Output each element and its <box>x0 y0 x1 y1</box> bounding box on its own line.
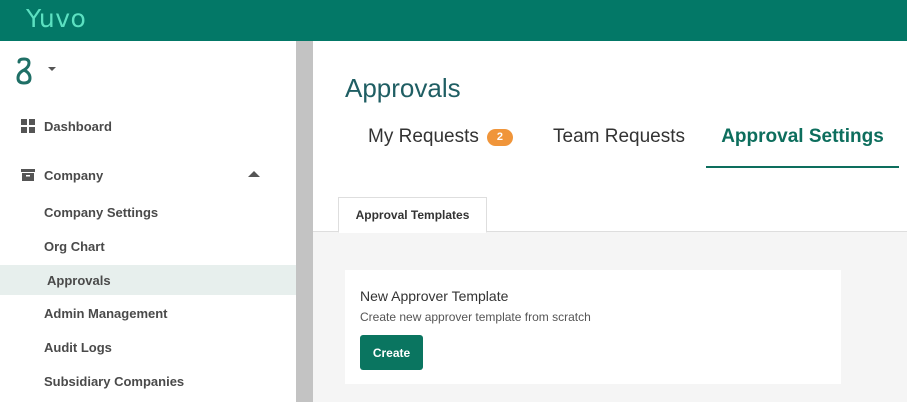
dashboard-grid-icon <box>21 119 35 133</box>
sidebar-item-label: Audit Logs <box>44 339 112 355</box>
subtab-approval-templates[interactable]: Approval Templates <box>338 197 487 233</box>
tab-label: Team Requests <box>553 126 686 147</box>
chevron-up-icon[interactable] <box>248 171 260 177</box>
sidebar-item-label: Org Chart <box>44 238 105 254</box>
sidebar-item-label: Approvals <box>47 272 111 288</box>
tab-label: Approval Settings <box>721 126 884 147</box>
sidebar-divider[interactable] <box>296 41 313 402</box>
sidebar-item-company[interactable]: Company <box>0 161 296 189</box>
sidebar-item-approvals[interactable]: Approvals <box>0 265 296 295</box>
new-template-card: New Approver Template Create new approve… <box>345 270 841 384</box>
sidebar-item-label: Company Settings <box>44 204 159 220</box>
sidebar-item-company-settings[interactable]: Company Settings <box>0 197 296 227</box>
sidebar-item-audit-logs[interactable]: Audit Logs <box>0 332 296 362</box>
tab-my-requests[interactable]: My Requests 2 <box>368 120 513 168</box>
create-button[interactable]: Create <box>360 335 423 370</box>
sidebar-item-label: Company <box>44 167 104 183</box>
count-badge: 2 <box>486 129 513 146</box>
sidebar-item-subsidiary-companies[interactable]: Subsidiary Companies <box>0 366 296 396</box>
tab-label: My Requests <box>368 126 479 147</box>
top-bar: Yuvo <box>0 0 907 41</box>
brand-logo[interactable]: Yuvo <box>26 4 86 34</box>
org-switcher[interactable] <box>14 57 58 85</box>
chevron-down-icon <box>48 67 56 71</box>
sidebar-item-org-chart[interactable]: Org Chart <box>0 231 296 261</box>
card-description: Create new approver template from scratc… <box>360 310 591 324</box>
sidebar-item-dashboard[interactable]: Dashboard <box>0 112 296 140</box>
page-title: Approvals <box>345 73 461 103</box>
sidebar-item-label: Admin Management <box>44 305 168 321</box>
sidebar-item-label: Dashboard <box>44 118 112 134</box>
subtab-label: Approval Templates <box>355 208 470 222</box>
archive-box-icon <box>21 169 35 181</box>
sidebar-item-label: Subsidiary Companies <box>44 373 185 389</box>
sidebar-item-admin-management[interactable]: Admin Management <box>0 298 296 328</box>
org-logo-icon <box>16 57 32 85</box>
card-title: New Approver Template <box>360 288 509 304</box>
tab-team-requests[interactable]: Team Requests <box>553 120 685 168</box>
tab-approval-settings[interactable]: Approval Settings <box>706 120 899 168</box>
